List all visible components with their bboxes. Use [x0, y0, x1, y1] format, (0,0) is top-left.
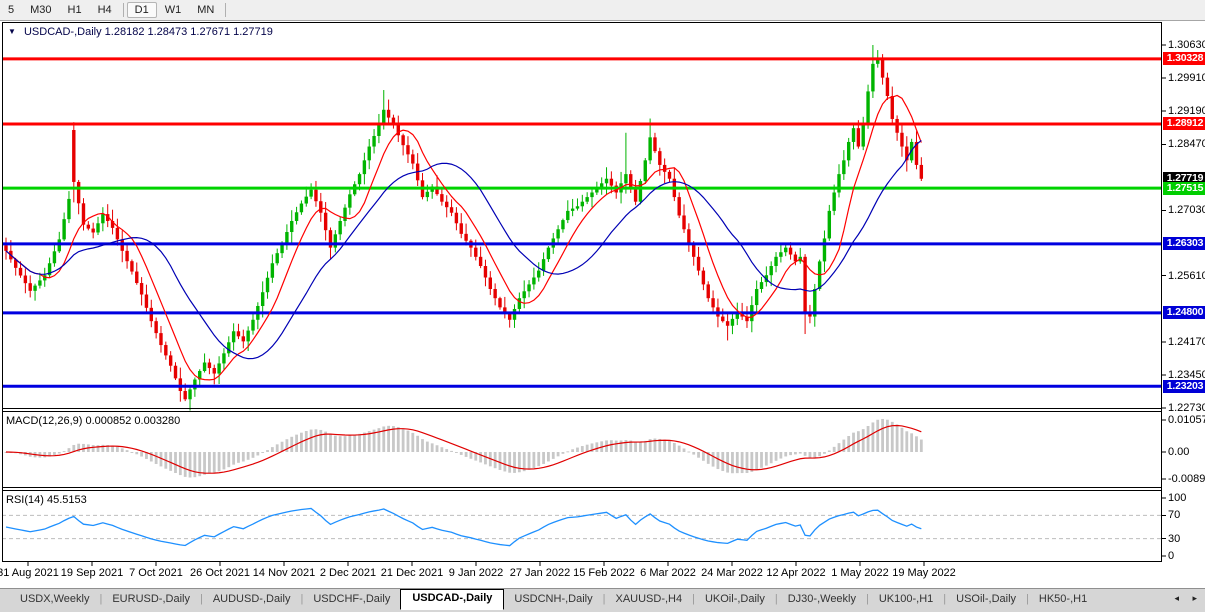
date-label: 19 May 2022 [892, 567, 956, 579]
date-label: 24 Mar 2022 [701, 567, 763, 579]
rsi-scale-0: 0 [1168, 550, 1175, 562]
chart-tabbar: USDX,Weekly | EURUSD-,Daily | AUDUSD-,Daily |… [0, 588, 1205, 612]
chart-tab-eurusd-daily[interactable]: EURUSD-,Daily [102, 591, 200, 607]
mt4-window: 5 M30 H1 H4 D1 W1 MN ▼ USDCAD-,Daily 1.28182 1… [0, 0, 1205, 612]
chart-tab-usoil-daily[interactable]: USOil-,Daily [946, 591, 1026, 607]
chart-tab-usdchf-daily[interactable]: USDCHF-,Daily [303, 591, 400, 607]
date-label: 27 Jan 2022 [509, 567, 571, 579]
price-flag-1.30328: 1.30328 [1163, 52, 1205, 66]
macd-scale-0.010578: 0.010578 [1168, 414, 1205, 426]
price-tick-1.24170: 1.24170 [1168, 335, 1205, 348]
chart-symbol-label: USDCAD-,Daily [23, 26, 102, 38]
macd-label: MACD(12,26,9) 0.000852 0.003280 [6, 415, 181, 427]
price-flag-1.24800: 1.24800 [1163, 306, 1205, 320]
chart-tab-audusd-daily[interactable]: AUDUSD-,Daily [203, 591, 301, 607]
date-label: 26 Oct 2021 [190, 567, 250, 579]
rsi-scale-30: 30 [1168, 532, 1181, 545]
chart-tab-hk50-h1[interactable]: HK50-,H1 [1029, 591, 1097, 607]
date-label: 6 Mar 2022 [640, 567, 696, 579]
chart-tab-xauusd-h4[interactable]: XAUUSD-,H4 [605, 591, 692, 607]
chart-tab-dj30-weekly[interactable]: DJ30-,Weekly [778, 591, 866, 607]
rsi-line [5, 507, 922, 547]
chart-tab-ukoil-daily[interactable]: UKOil-,Daily [695, 591, 775, 607]
price-tick-1.25610: 1.25610 [1168, 269, 1205, 282]
price-flag-1.26303: 1.26303 [1163, 237, 1205, 251]
date-label: 31 Aug 2021 [0, 567, 59, 579]
collapse-quote-icon[interactable]: ▼ [8, 27, 16, 36]
chart-tab-usdx-weekly[interactable]: USDX,Weekly [10, 591, 99, 607]
date-label: 1 May 2022 [831, 567, 889, 579]
chart-tab-uk100-h1[interactable]: UK100-,H1 [869, 591, 943, 607]
price-tick-1.29910: 1.29910 [1168, 72, 1205, 85]
price-flag-1.23203: 1.23203 [1163, 379, 1205, 393]
tab-scroll-right-icon[interactable]: ▸ [1192, 593, 1197, 604]
chart-title: ▼ USDCAD-,Daily 1.28182 1.28473 1.27671 … [8, 26, 273, 38]
date-label: 19 Sep 2021 [60, 567, 124, 579]
candles [4, 45, 924, 411]
price-flag-1.28912: 1.28912 [1163, 117, 1205, 131]
price-tick-1.29190: 1.29190 [1168, 105, 1205, 118]
chart-tabs: USDX,Weekly | EURUSD-,Daily | AUDUSD-,Daily |… [10, 588, 1097, 610]
macd-signal-line [5, 424, 922, 474]
macd-scale-0.00: 0.00 [1168, 446, 1190, 458]
price-tick-1.27030: 1.27030 [1168, 204, 1205, 217]
price-tick-1.30630: 1.30630 [1168, 39, 1205, 51]
macd-scale--0.00896: -0.00896 [1168, 473, 1205, 486]
tab-scroll-left-icon[interactable]: ◂ [1174, 593, 1179, 604]
date-label: 2 Dec 2021 [319, 567, 377, 579]
chart-ohlc-quote: 1.28182 1.28473 1.27671 1.27719 [104, 26, 273, 38]
rsi-scale-70: 70 [1168, 509, 1181, 522]
price-flag-1.27515: 1.27515 [1163, 181, 1205, 195]
date-label: 7 Oct 2021 [129, 567, 183, 579]
date-label: 21 Dec 2021 [380, 567, 444, 579]
chart-tab-usdcad-daily[interactable]: USDCAD-,Daily [400, 588, 505, 610]
date-label: 12 Apr 2022 [766, 567, 826, 579]
date-label: 9 Jan 2022 [448, 567, 504, 579]
date-label: 14 Nov 2021 [252, 567, 316, 579]
rsi-label: RSI(14) 45.5153 [6, 494, 87, 506]
chart-tab-usdcnh-daily[interactable]: USDCNH-,Daily [504, 591, 602, 607]
price-tick-1.22730: 1.22730 [1168, 402, 1205, 414]
chart-svg [2, 22, 1166, 566]
ma-8-line [5, 94, 922, 381]
date-label: 15 Feb 2022 [573, 567, 635, 579]
price-tick-1.28470: 1.28470 [1168, 138, 1205, 151]
rsi-scale-100: 100 [1168, 492, 1187, 504]
